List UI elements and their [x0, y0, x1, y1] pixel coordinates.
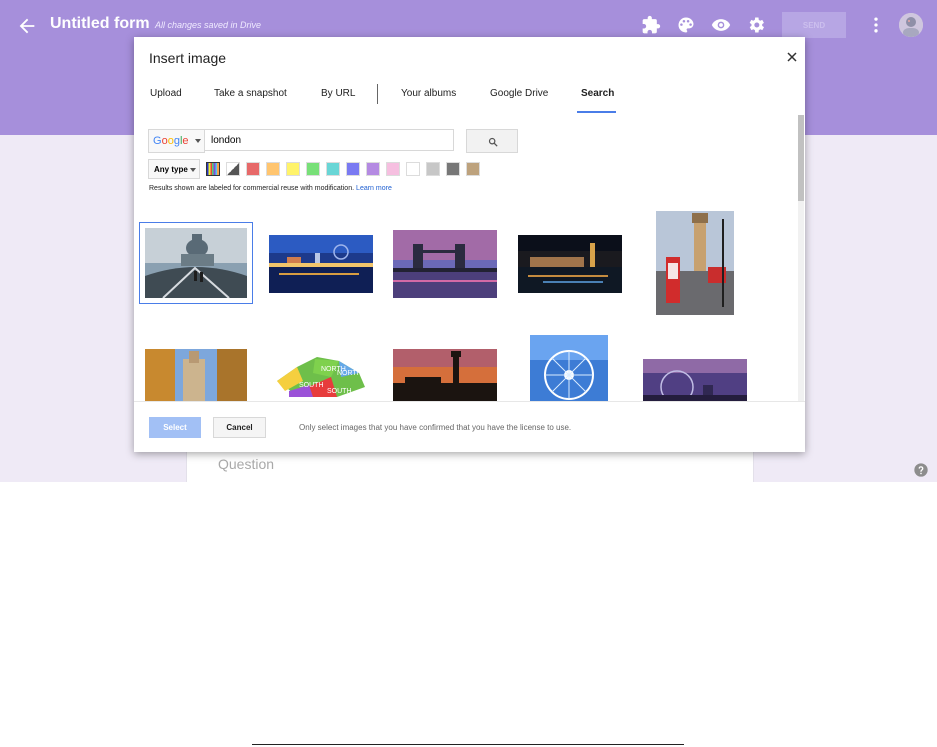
tab-your-albums[interactable]: Your albums — [401, 88, 456, 99]
tab-by-url[interactable]: By URL — [321, 88, 355, 99]
license-note-text: Results shown are labeled for commercial… — [149, 185, 355, 192]
color-swatch[interactable] — [426, 162, 440, 176]
image-result-westminster-night[interactable] — [518, 235, 622, 293]
color-swatch[interactable] — [366, 162, 380, 176]
saved-status: All changes saved in Drive — [155, 20, 262, 30]
dialog-footer: Select Cancel Only select images that yo… — [134, 401, 805, 453]
color-swatch-any[interactable] — [206, 162, 220, 176]
chevron-down-icon — [190, 168, 196, 172]
search-results-content[interactable]: Google Any type — [134, 115, 805, 401]
tab-google-drive[interactable]: Google Drive — [490, 88, 548, 99]
svg-text:NORTH: NORTH — [337, 370, 362, 377]
back-arrow-icon[interactable] — [16, 15, 38, 37]
color-swatch[interactable] — [446, 162, 460, 176]
color-swatch[interactable] — [246, 162, 260, 176]
tab-divider — [377, 84, 378, 104]
color-swatch[interactable] — [326, 162, 340, 176]
help-icon[interactable] — [913, 462, 929, 478]
scrollbar-thumb[interactable] — [798, 115, 804, 201]
image-result-parliament-sunset[interactable] — [393, 349, 497, 401]
tab-search[interactable]: Search — [581, 88, 614, 99]
type-filter-select[interactable]: Any type — [148, 159, 200, 179]
question-placeholder: Question — [218, 456, 275, 472]
color-swatch[interactable] — [266, 162, 280, 176]
dialog-title: Insert image — [149, 50, 227, 66]
image-result-london-eye[interactable] — [530, 335, 608, 401]
footer-note: Only select images that you have confirm… — [299, 423, 572, 432]
dialog-tabs: Upload Take a snapshot By URL Your album… — [134, 77, 805, 116]
learn-more-link[interactable]: Learn more — [356, 185, 392, 192]
image-result-church-autumn[interactable] — [145, 349, 247, 401]
svg-text:SOUTH: SOUTH — [299, 382, 324, 389]
color-swatch[interactable] — [346, 162, 360, 176]
image-result-london-map[interactable]: NORTH NORTH SOUTH SOUTH — [269, 347, 373, 401]
color-swatch[interactable] — [306, 162, 320, 176]
color-swatch[interactable] — [466, 162, 480, 176]
insert-image-dialog: Insert image Upload Take a snapshot By U… — [134, 37, 805, 452]
avatar[interactable] — [899, 13, 923, 37]
more-vert-icon[interactable] — [866, 15, 886, 35]
search-button[interactable] — [466, 129, 518, 153]
color-swatch[interactable] — [386, 162, 400, 176]
color-swatch-black-white[interactable] — [226, 162, 240, 176]
chevron-down-icon — [195, 139, 201, 143]
google-logo-text: Google — [153, 135, 189, 147]
active-tab-indicator — [577, 111, 616, 113]
image-result-night-skyline[interactable] — [269, 235, 373, 293]
close-icon[interactable] — [785, 50, 799, 64]
image-result-st-pauls[interactable] — [139, 222, 253, 304]
tab-take-a-snapshot[interactable]: Take a snapshot — [214, 88, 287, 99]
tab-upload[interactable]: Upload — [150, 88, 182, 99]
search-provider-select[interactable]: Google — [148, 129, 205, 153]
palette-icon[interactable] — [676, 15, 696, 35]
color-swatch[interactable] — [406, 162, 420, 176]
addon-puzzle-icon[interactable] — [641, 15, 661, 35]
settings-gear-icon[interactable] — [746, 15, 766, 35]
bottom-divider-line — [252, 744, 684, 745]
search-input[interactable] — [204, 129, 454, 151]
type-filter-label: Any type — [154, 165, 188, 174]
search-icon — [488, 137, 498, 147]
send-button[interactable]: SEND — [782, 12, 846, 38]
cancel-button[interactable]: Cancel — [213, 417, 266, 438]
svg-text:SOUTH: SOUTH — [327, 388, 352, 395]
image-result-tower-bridge[interactable] — [393, 230, 497, 298]
form-title[interactable]: Untitled form — [50, 15, 150, 33]
image-result-london-eye-dusk[interactable] — [643, 359, 747, 401]
select-button[interactable]: Select — [149, 417, 201, 438]
color-swatch[interactable] — [286, 162, 300, 176]
eye-preview-icon[interactable] — [711, 15, 731, 35]
license-note: Results shown are labeled for commercial… — [149, 185, 392, 192]
image-result-big-ben-phone-box[interactable] — [656, 211, 734, 315]
